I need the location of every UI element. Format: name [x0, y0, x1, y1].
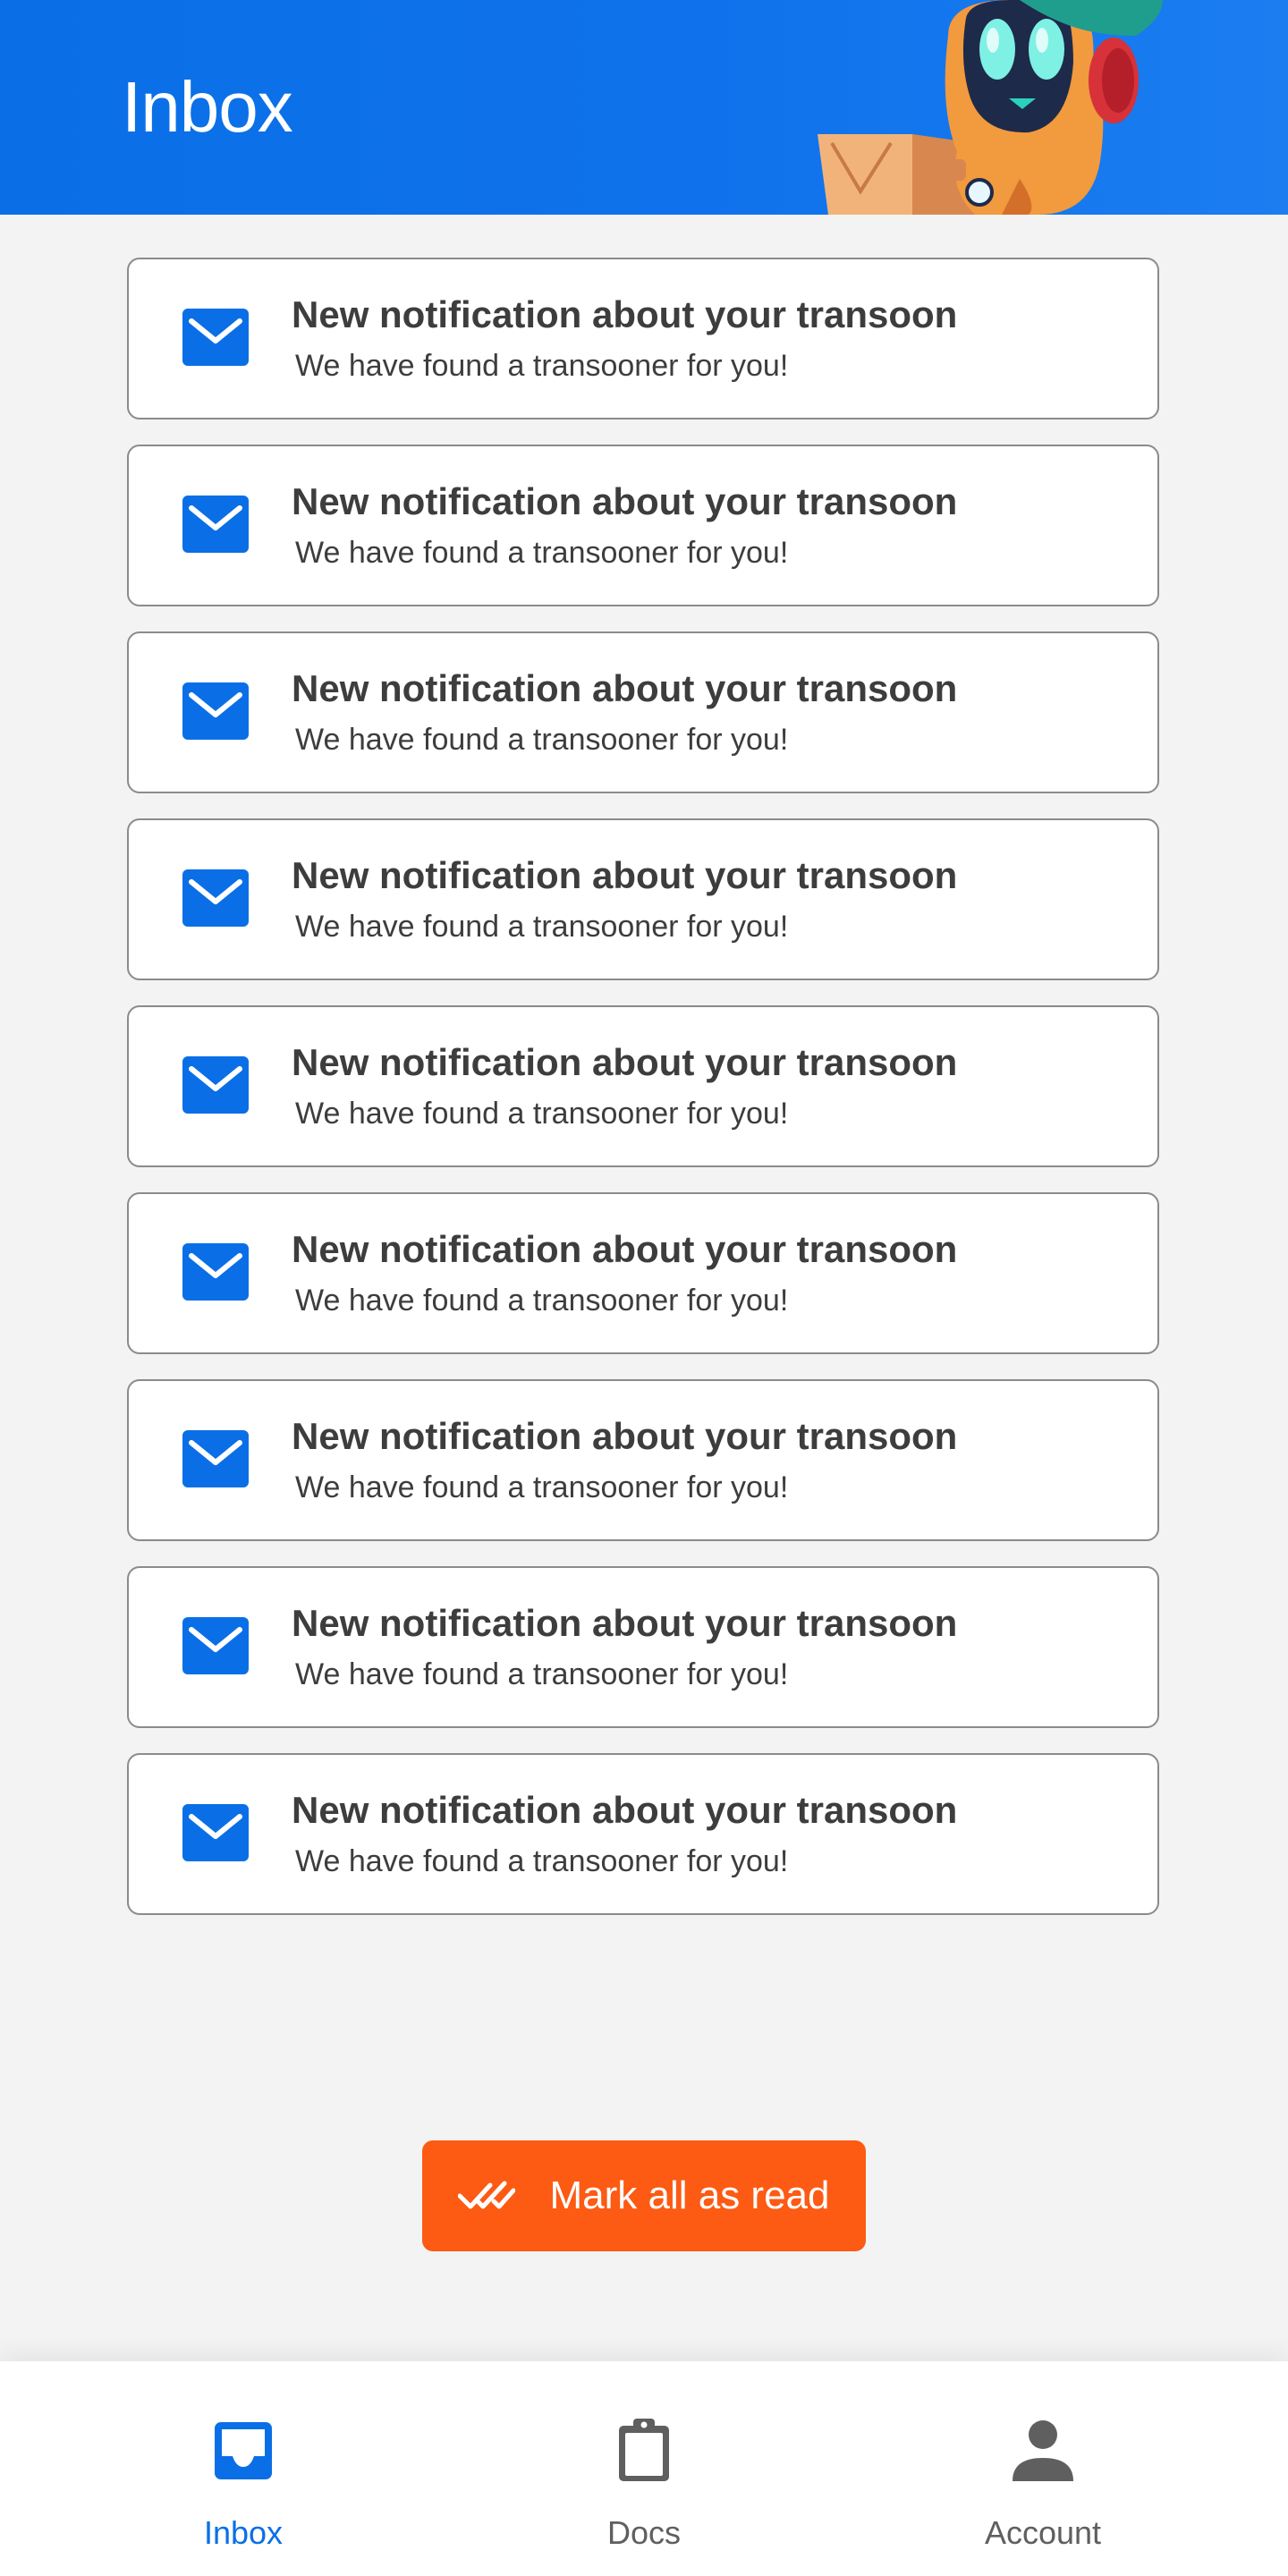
notification-card[interactable]: New notification about your transoon We …	[127, 1192, 1159, 1354]
notification-title: New notification about your transoon	[292, 667, 958, 709]
notification-title: New notification about your transoon	[292, 1602, 958, 1644]
notification-card[interactable]: New notification about your transoon We …	[127, 445, 1159, 606]
mail-icon	[182, 309, 249, 366]
mail-icon	[182, 1804, 249, 1861]
notification-subtitle: We have found a transooner for you!	[295, 1470, 789, 1504]
notification-title: New notification about your transoon	[292, 1228, 958, 1270]
notification-title: New notification about your transoon	[292, 854, 958, 896]
notification-subtitle: We have found a transooner for you!	[295, 349, 789, 383]
notification-list: New notification about your transoon We …	[127, 258, 1159, 1940]
mail-icon	[182, 1056, 249, 1114]
person-icon	[1013, 2420, 1073, 2481]
inbox-icon	[215, 2422, 272, 2479]
mark-all-read-button[interactable]: Mark all as read	[422, 2140, 866, 2251]
nav-item-docs[interactable]: Docs	[528, 2361, 760, 2576]
notification-subtitle: We have found a transooner for you!	[295, 1657, 789, 1691]
double-check-icon	[458, 2181, 516, 2209]
notification-subtitle: We have found a transooner for you!	[295, 1284, 789, 1318]
notification-title: New notification about your transoon	[292, 1789, 958, 1831]
app-header: Inbox	[0, 0, 1288, 215]
notification-title: New notification about your transoon	[292, 293, 958, 335]
mark-all-read-label: Mark all as read	[549, 2174, 830, 2217]
bottom-navigation: Inbox Docs Account	[0, 2361, 1288, 2576]
notification-card[interactable]: New notification about your transoon We …	[127, 258, 1159, 419]
notification-title: New notification about your transoon	[292, 1041, 958, 1083]
mail-icon	[182, 1617, 249, 1674]
mail-icon	[182, 869, 249, 927]
clipboard-icon	[619, 2419, 669, 2481]
notification-subtitle: We have found a transooner for you!	[295, 1097, 789, 1131]
mail-icon	[182, 682, 249, 740]
notification-card[interactable]: New notification about your transoon We …	[127, 1566, 1159, 1728]
notification-card[interactable]: New notification about your transoon We …	[127, 818, 1159, 980]
notification-subtitle: We have found a transooner for you!	[295, 723, 789, 757]
nav-label-inbox: Inbox	[203, 2514, 284, 2551]
nav-item-account[interactable]: Account	[927, 2361, 1159, 2576]
notification-card[interactable]: New notification about your transoon We …	[127, 631, 1159, 793]
mail-icon	[182, 1430, 249, 1487]
nav-label-account: Account	[984, 2514, 1102, 2551]
notification-subtitle: We have found a transooner for you!	[295, 1844, 789, 1878]
nav-item-inbox[interactable]: Inbox	[127, 2361, 360, 2576]
notification-subtitle: We have found a transooner for you!	[295, 536, 789, 570]
notification-title: New notification about your transoon	[292, 1415, 958, 1457]
mail-icon	[182, 1243, 249, 1301]
notification-subtitle: We have found a transooner for you!	[295, 910, 789, 944]
notification-card[interactable]: New notification about your transoon We …	[127, 1005, 1159, 1167]
notification-card[interactable]: New notification about your transoon We …	[127, 1379, 1159, 1541]
page-title: Inbox	[122, 67, 293, 147]
mascot-illustration	[818, 0, 1163, 215]
notification-card[interactable]: New notification about your transoon We …	[127, 1753, 1159, 1915]
inbox-screen: Inbox New notification about your transo…	[0, 0, 1288, 2576]
notification-title: New notification about your transoon	[292, 480, 958, 522]
mail-icon	[182, 496, 249, 553]
nav-label-docs: Docs	[606, 2514, 682, 2551]
